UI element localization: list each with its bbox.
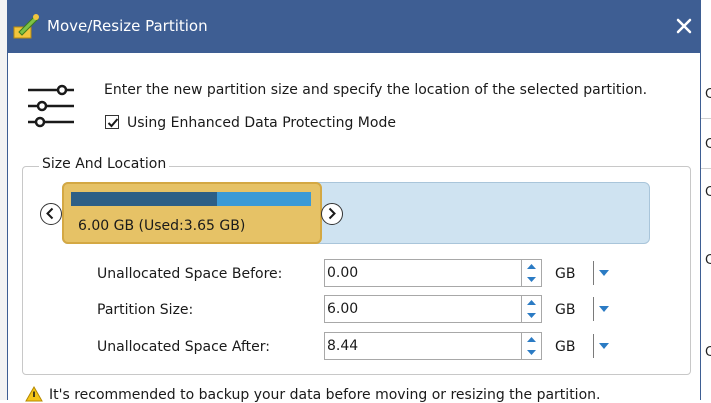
background-fragment: C [705,185,711,200]
unit-separator [593,297,594,321]
spin-up-icon[interactable] [522,296,541,309]
dialog-titlebar[interactable]: Move/Resize Partition [8,0,700,53]
unit-separator [593,334,594,358]
chevron-left-icon [46,207,54,220]
unallocated-before-label: Unallocated Space Before: [97,266,283,282]
size-location-title: Size And Location [39,156,170,172]
checkmark-icon [107,118,119,128]
close-icon[interactable] [670,12,698,40]
description-text: Enter the new partition size and specify… [104,82,648,98]
unallocated-before-input[interactable] [324,259,522,287]
move-right-button[interactable] [321,203,343,225]
partition-size-spinner[interactable] [522,295,542,323]
chevron-right-icon [328,207,336,220]
unallocated-after-input[interactable] [324,332,522,360]
partition-size-input[interactable] [324,295,522,323]
chevron-down-icon[interactable] [597,266,611,280]
enhanced-mode-label[interactable]: Using Enhanced Data Protecting Mode [127,115,396,131]
unit-label: GB [555,339,576,355]
sliders-icon [28,84,74,128]
chevron-down-icon[interactable] [597,339,611,353]
chevron-down-icon[interactable] [597,302,611,316]
background-fragment: C [705,137,711,152]
background-fragment: C [705,87,711,102]
usage-bar [71,192,311,206]
unit-label: GB [555,266,576,282]
warning-text: It's recommended to backup your data bef… [49,387,601,403]
partition-size-label: 6.00 GB (Used:3.65 GB) [78,218,246,234]
background-divider [701,168,711,169]
usage-bar-used [71,192,218,206]
move-left-button[interactable] [40,203,62,225]
partition-wizard-icon [13,14,39,39]
dialog-title: Move/Resize Partition [47,17,208,35]
unit-separator [593,261,594,285]
unallocated-after-label: Unallocated Space After: [97,339,270,355]
unallocated-after-spinner[interactable] [522,332,542,360]
spin-up-icon[interactable] [522,260,541,273]
unallocated-before-spinner[interactable] [522,259,542,287]
unit-label: GB [555,302,576,318]
background-app-left-edge [0,0,7,400]
spin-down-icon[interactable] [522,309,541,322]
partition-size-field-label: Partition Size: [97,302,194,318]
enhanced-mode-checkbox[interactable] [105,115,119,129]
spin-up-icon[interactable] [522,333,541,346]
move-resize-dialog: Move/Resize Partition Enter the new part… [7,0,701,403]
background-fragment: C [705,253,711,268]
background-divider [701,118,711,119]
spin-down-icon[interactable] [522,346,541,359]
background-app-right-edge: C C C C C [701,0,711,400]
background-fragment: C [705,345,711,360]
spin-down-icon[interactable] [522,273,541,286]
